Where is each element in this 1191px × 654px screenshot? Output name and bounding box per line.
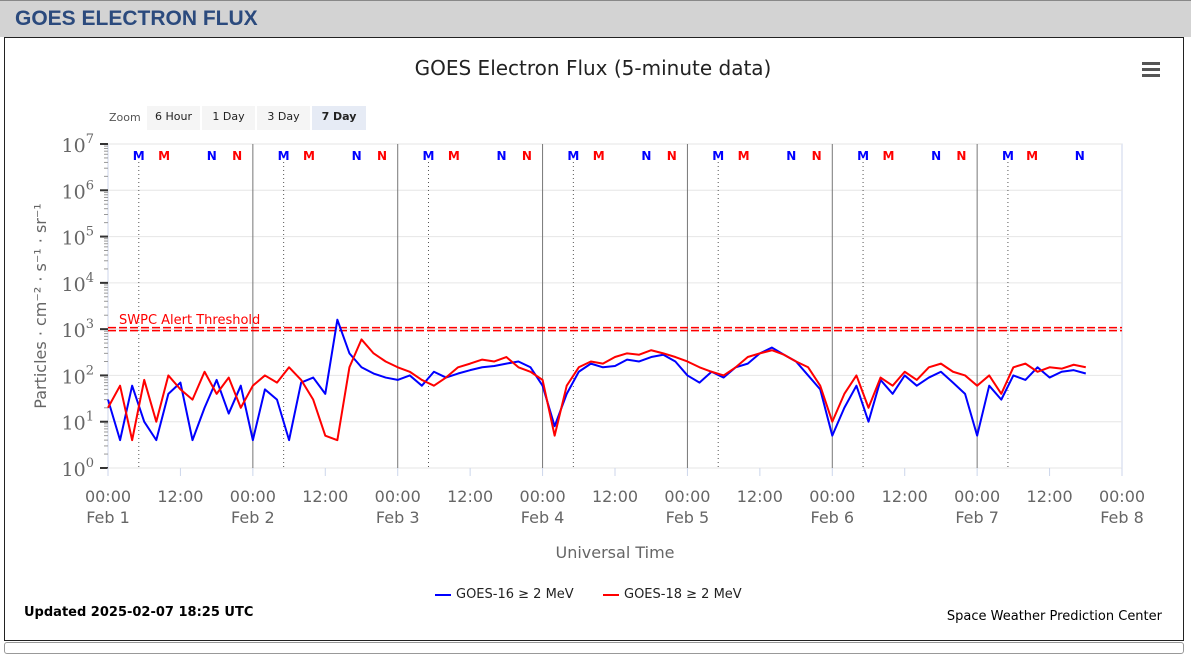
x-tick-time: 12:00 bbox=[157, 487, 203, 506]
marker-m: M bbox=[738, 149, 750, 163]
x-tick-time: 00:00 bbox=[1099, 487, 1145, 506]
marker-m: M bbox=[1026, 149, 1038, 163]
marker-m: M bbox=[857, 149, 869, 163]
marker-m: M bbox=[303, 149, 315, 163]
marker-n: N bbox=[232, 149, 242, 163]
x-tick-date: Feb 4 bbox=[521, 508, 565, 527]
zoom-7-day-button[interactable]: 7 Day bbox=[312, 106, 366, 130]
legend-goes18[interactable]: GOES-18 ≥ 2 MeV bbox=[603, 587, 742, 602]
marker-n: N bbox=[497, 149, 507, 163]
x-tick-time: 00:00 bbox=[520, 487, 566, 506]
x-tick-time: 00:00 bbox=[375, 487, 421, 506]
x-tick-time: 00:00 bbox=[809, 487, 855, 506]
x-tick-time: 12:00 bbox=[1027, 487, 1073, 506]
marker-n: N bbox=[956, 149, 966, 163]
marker-n: N bbox=[522, 149, 532, 163]
y-tick-label: 103 bbox=[62, 317, 94, 342]
marker-m: M bbox=[567, 149, 579, 163]
x-tick-time: 12:00 bbox=[882, 487, 928, 506]
marker-n: N bbox=[377, 149, 387, 163]
series-line-goes18 bbox=[107, 338, 1086, 442]
legend-swatch bbox=[603, 593, 619, 596]
marker-n: N bbox=[931, 149, 941, 163]
x-tick-time: 00:00 bbox=[664, 487, 710, 506]
legend-label: GOES-16 ≥ 2 MeV bbox=[456, 587, 574, 602]
threshold-label: SWPC Alert Threshold bbox=[119, 313, 260, 328]
plot-border bbox=[107, 143, 1123, 469]
zoom-3-day-button[interactable]: 3 Day bbox=[257, 106, 310, 130]
x-tick-date: Feb 1 bbox=[86, 508, 130, 527]
x-tick-date: Feb 8 bbox=[1100, 508, 1144, 527]
x-tick-time: 12:00 bbox=[447, 487, 493, 506]
chart: GOES Electron Flux (5-minute data) 100 101… bbox=[31, 56, 1145, 562]
marker-m: M bbox=[882, 149, 894, 163]
x-tick-time: 00:00 bbox=[230, 487, 276, 506]
x-tick-date: Feb 5 bbox=[666, 508, 710, 527]
x-tick-date: Feb 7 bbox=[955, 508, 999, 527]
marker-n: N bbox=[786, 149, 796, 163]
marker-n: N bbox=[667, 149, 677, 163]
marker-m: M bbox=[712, 149, 724, 163]
y-axis-label: Particles · cm⁻² · s⁻¹ · sr⁻¹ bbox=[31, 203, 50, 408]
marker-n: N bbox=[352, 149, 362, 163]
zoom-label: Zoom bbox=[109, 111, 141, 124]
chart-title: GOES Electron Flux (5-minute data) bbox=[415, 56, 772, 80]
credit-text: Space Weather Prediction Center bbox=[946, 609, 1162, 624]
marker-n: N bbox=[812, 149, 822, 163]
y-tick-label: 104 bbox=[62, 271, 94, 296]
x-tick-time: 12:00 bbox=[592, 487, 638, 506]
marker-m: M bbox=[448, 149, 460, 163]
legend-swatch bbox=[435, 593, 451, 596]
marker-m: M bbox=[593, 149, 605, 163]
marker-n: N bbox=[641, 149, 651, 163]
x-tick-date: Feb 2 bbox=[231, 508, 275, 527]
marker-m: M bbox=[158, 149, 170, 163]
chart-menu-icon[interactable] bbox=[1142, 62, 1160, 77]
marker-m: M bbox=[1002, 149, 1014, 163]
marker-m: M bbox=[278, 149, 290, 163]
y-tick-label: 100 bbox=[62, 456, 94, 481]
y-tick-label: 102 bbox=[62, 363, 94, 388]
x-tick-time: 00:00 bbox=[954, 487, 1000, 506]
marker-m: M bbox=[133, 149, 145, 163]
x-tick-time: 12:00 bbox=[302, 487, 348, 506]
marker-n: N bbox=[207, 149, 217, 163]
y-tick-label: 106 bbox=[62, 178, 94, 203]
x-axis-label: Universal Time bbox=[555, 543, 674, 562]
x-tick-time: 00:00 bbox=[85, 487, 131, 506]
marker-n: N bbox=[1075, 149, 1085, 163]
legend-goes16[interactable]: GOES-16 ≥ 2 MeV bbox=[435, 587, 574, 602]
x-tick-date: Feb 3 bbox=[376, 508, 420, 527]
y-tick-label: 101 bbox=[62, 410, 94, 435]
legend-label: GOES-18 ≥ 2 MeV bbox=[624, 587, 742, 602]
x-tick-time: 12:00 bbox=[737, 487, 783, 506]
zoom-6-hour-button[interactable]: 6 Hour bbox=[147, 106, 200, 130]
zoom-1-day-button[interactable]: 1 Day bbox=[202, 106, 255, 130]
marker-m: M bbox=[423, 149, 435, 163]
updated-timestamp: Updated 2025-02-07 18:25 UTC bbox=[24, 605, 254, 620]
x-tick-date: Feb 6 bbox=[810, 508, 854, 527]
y-tick-label: 107 bbox=[62, 132, 94, 157]
y-tick-label: 105 bbox=[62, 225, 94, 250]
